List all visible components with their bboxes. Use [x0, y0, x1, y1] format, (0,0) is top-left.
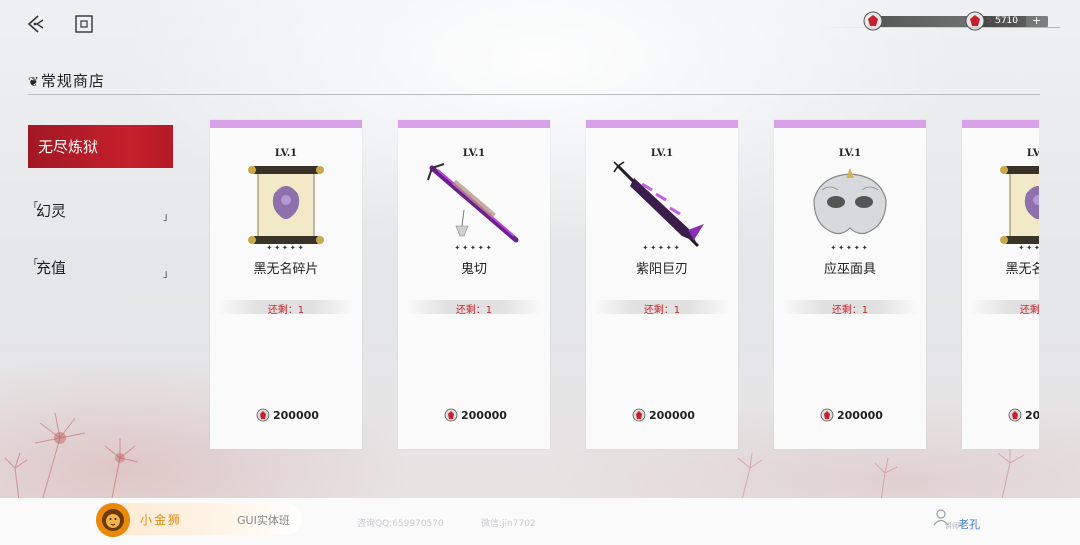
card-remaining: 还剩：1 [455, 305, 493, 316]
game-scene: 5710 + 5710 + ❦常规商店 无尽炼狱 「 幻灵 」 「 充值 」 L… [0, 0, 1080, 498]
card-level: LV.1 [650, 148, 674, 159]
card-stars: ✦✦✦✦✦ [266, 244, 306, 252]
card-item-name: 鬼切 [460, 262, 487, 277]
coin-icon [1008, 408, 1022, 422]
card-level: LV.1 [462, 148, 486, 159]
coin-icon [444, 408, 458, 422]
card-level: LV.1 [1026, 148, 1039, 159]
card-level: LV.1 [838, 148, 862, 159]
card-rarity-bar [962, 120, 1039, 128]
brand-badge: 小金狮 GUI实体班 [96, 503, 302, 537]
shop-card[interactable]: LV.1 ✦✦✦✦✦ 鬼切 还剩：1 200000 [398, 120, 550, 449]
mask-icon [813, 168, 887, 235]
teacher-name: 老孔 [958, 518, 980, 531]
qq-contact: 咨询QQ:659970570 [357, 519, 444, 529]
card-item-name: 黑无名碎片 [1005, 262, 1039, 277]
card-item-name: 黑无名碎片 [253, 262, 319, 277]
greatblade-icon [613, 161, 704, 248]
card-rarity-bar [398, 120, 550, 128]
brand-name: 小金狮 [140, 513, 183, 527]
card-remaining: 还剩：1 [831, 305, 869, 316]
card-price: 200000 [1025, 409, 1039, 422]
card-item-name: 应巫面具 [823, 262, 876, 277]
shop-card[interactable]: LV.1 ✦✦✦✦✦ 黑无名碎片 还剩：1 200000 [962, 120, 1039, 449]
shop-card[interactable]: LV.1 ✦✦✦✦✦ 紫阳巨刃 还剩：1 200000 [586, 120, 738, 449]
card-price: 200000 [273, 409, 319, 422]
shop-card[interactable]: LV.1 ✦✦✦✦✦ 黑无名碎片 还剩：1 200000 [210, 120, 362, 449]
card-stars: ✦✦✦✦✦ [454, 244, 494, 252]
card-rarity-bar [210, 120, 362, 128]
course-name: GUI实体班 [237, 514, 290, 527]
card-rarity-bar [774, 120, 926, 128]
card-price: 200000 [649, 409, 695, 422]
shop-card-list[interactable]: LV.1 ✦✦✦✦✦ 黑无名碎片 还剩：1 200000 LV.1 ✦✦✦✦✦ … [0, 0, 1039, 498]
scroll-icon [248, 166, 324, 244]
card-remaining: 还剩：1 [643, 305, 681, 316]
footer-bar: 小金狮 GUI实体班 咨询QQ:659970570 微信:jin7702 讲师 … [0, 498, 1080, 545]
coin-icon [632, 408, 646, 422]
card-level: LV.1 [274, 148, 298, 159]
coin-icon [820, 408, 834, 422]
card-remaining: 还剩：1 [1019, 305, 1039, 316]
coin-icon [256, 408, 270, 422]
teacher-tag: 讲师 [945, 522, 959, 530]
card-stars: ✦✦✦✦✦ [830, 244, 870, 252]
card-stars: ✦✦✦✦✦ [642, 244, 682, 252]
shop-card[interactable]: LV.1 ✦✦✦✦✦ 应巫面具 还剩：1 200000 [774, 120, 926, 449]
card-remaining: 还剩：1 [267, 305, 305, 316]
lion-logo-icon [96, 503, 130, 537]
scroll-icon [1000, 166, 1039, 244]
card-price: 200000 [837, 409, 883, 422]
sword-icon [427, 163, 519, 243]
wechat-contact: 微信:jin7702 [481, 519, 536, 529]
card-item-name: 紫阳巨刃 [635, 262, 688, 277]
card-price: 200000 [461, 409, 507, 422]
card-stars: ✦✦✦✦✦ [1018, 244, 1039, 252]
card-rarity-bar [586, 120, 738, 128]
